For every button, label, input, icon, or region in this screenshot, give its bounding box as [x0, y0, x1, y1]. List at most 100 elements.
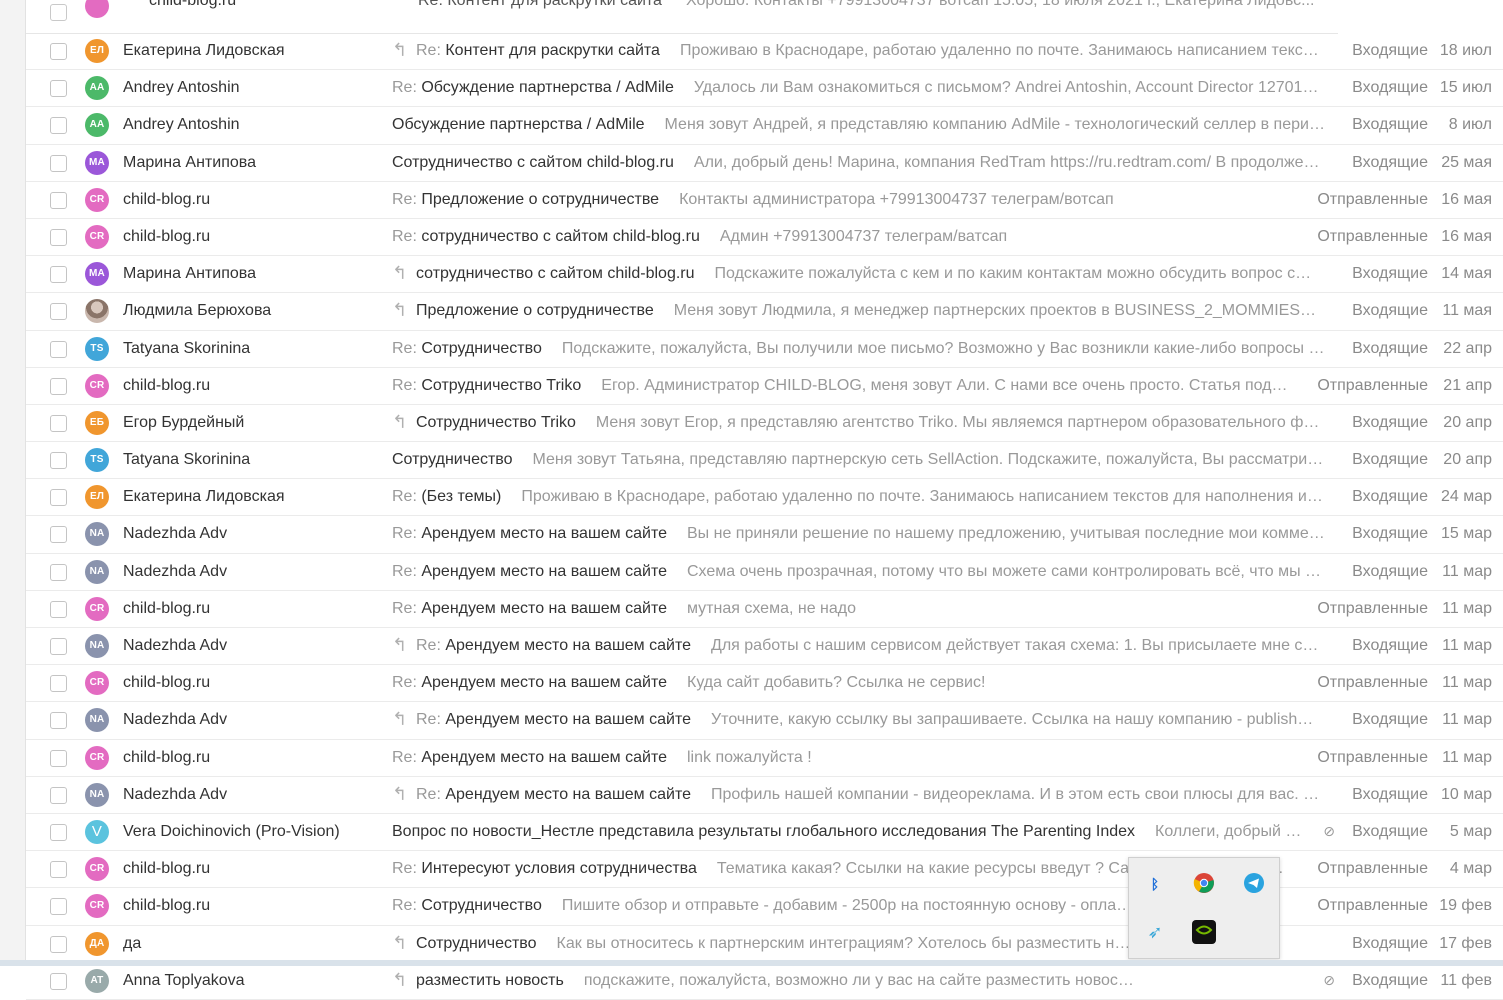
avatar: ЕЛ: [85, 485, 109, 510]
row-checkbox[interactable]: [50, 489, 67, 507]
row-checkbox[interactable]: [50, 452, 67, 470]
row-checkbox[interactable]: [50, 340, 67, 358]
telegram-icon[interactable]: [1242, 872, 1266, 896]
snippet: Контакты администратора +79913004737 тел…: [679, 190, 1114, 208]
row-checkbox[interactable]: [50, 154, 67, 172]
row-checkbox[interactable]: [50, 600, 67, 618]
sender-name: child-blog.ru: [123, 376, 211, 394]
row-checkbox[interactable]: [50, 228, 67, 246]
snippet: Хорошо. Контакты +79913004737 вотсап 15:…: [686, 0, 1315, 9]
message-row[interactable]: CR child-blog.ru Re: Предложение о сотрудн…: [26, 181, 1503, 219]
message-row[interactable]: NA Nadezhda Adv Re: Арендуем место на ваше…: [26, 553, 1503, 591]
subject: Предложение о сотрудничестве: [416, 302, 654, 320]
message-row[interactable]: CR child-blog.ru Re: Интересуют условия со…: [26, 851, 1503, 889]
row-checkbox[interactable]: [50, 823, 67, 841]
snippet: Меня зовут Егор, я представляю агентство…: [595, 413, 1320, 431]
message-row[interactable]: CR child-blog.ru Re: Сотрудничество Triko Е…: [26, 367, 1503, 405]
row-checkbox[interactable]: [50, 898, 67, 916]
row-checkbox[interactable]: [50, 638, 67, 655]
row-checkbox[interactable]: [50, 935, 67, 953]
message-row[interactable]: Людмила Берюхова ↰ Предложение о сотруднич…: [26, 293, 1503, 331]
reply-prefix: Re:: [392, 339, 422, 357]
row-checkbox[interactable]: [50, 266, 67, 284]
subject-line: Re: Обсуждение партнерства / AdMile Удало…: [392, 79, 1503, 97]
message-row[interactable]: ЕЛ Екатерина Лидовская ↰ Re: Контент для ра…: [26, 33, 1503, 71]
message-row[interactable]: AA Andrey Antoshin Re: Обсуждение партнерс…: [26, 70, 1503, 108]
subject: (Без темы): [421, 488, 502, 506]
message-row[interactable]: NA Nadezhda Adv ↰ Re: Арендуем место на ваш…: [26, 776, 1503, 814]
avatar: [85, 299, 109, 324]
row-checkbox[interactable]: [50, 563, 67, 581]
message-row[interactable]: TS Tatyana Skorinina Re: Сотрудничество Под…: [26, 330, 1503, 368]
bird-app-icon[interactable]: ➶: [1143, 920, 1167, 944]
row-checkbox[interactable]: [50, 972, 67, 990]
message-row[interactable]: CR child-blog.ru Re: Арендуем место на ваш…: [26, 739, 1503, 777]
subject-line: Сотрудничество Меня зовут Татьяна, предст…: [392, 451, 1503, 469]
row-checkbox[interactable]: [50, 749, 67, 767]
partial-top-row[interactable]: child-blog.ru Re: Контент для раскрутки …: [26, 0, 1503, 34]
replied-icon: ↰: [392, 785, 408, 804]
message-row[interactable]: AA Andrey Antoshin Обсуждение партнерства …: [26, 107, 1503, 145]
nvidia-icon[interactable]: [1192, 920, 1216, 944]
sender-name: Nadezhda Adv: [123, 562, 228, 580]
reply-prefix: Re:: [392, 674, 422, 692]
folder-label: Входящие: [1352, 971, 1428, 989]
folder-label: Входящие: [1352, 339, 1428, 357]
row-checkbox[interactable]: [50, 786, 67, 804]
row-checkbox[interactable]: [50, 712, 67, 730]
sender-name: child-blog.ru: [123, 674, 211, 692]
subject: Предложение о сотрудничестве: [421, 190, 660, 208]
row-checkbox[interactable]: [50, 526, 67, 544]
message-row[interactable]: ДА да ↰ Сотрудничество Как вы относитесь к п…: [26, 925, 1503, 963]
replied-icon: ↰: [392, 971, 408, 990]
row-checkbox[interactable]: [50, 377, 67, 395]
bluetooth-icon[interactable]: ᛒ: [1143, 872, 1167, 896]
folder-label: Входящие: [1352, 822, 1428, 840]
message-row[interactable]: ЕЛ Екатерина Лидовская Re: (Без темы) Прожи…: [26, 479, 1503, 517]
row-checkbox[interactable]: [50, 117, 67, 135]
snippet: Подскажите пожалуйста с кем и по каким к…: [714, 265, 1312, 283]
date: 4 мар: [1449, 860, 1492, 878]
row-checkbox[interactable]: [50, 191, 67, 209]
message-row[interactable]: МА Марина Антипова Сотрудничество с сайтом…: [26, 144, 1503, 182]
snippet: Удалось ли Вам ознакомиться с письмом? A…: [693, 79, 1319, 97]
message-row[interactable]: CR child-blog.ru Re: Сотрудничество Пишите …: [26, 888, 1503, 926]
row-checkbox[interactable]: [50, 861, 67, 879]
message-row[interactable]: V Vera Doichinovich (Pro-Vision) Вопрос по…: [26, 813, 1503, 852]
sender-name: child-blog.ru: [123, 897, 211, 915]
date: 10 мар: [1440, 785, 1492, 803]
row-checkbox[interactable]: [50, 675, 67, 693]
avatar: CR: [85, 745, 109, 770]
message-row[interactable]: ЕБ Егор Бурдейный ↰ Сотрудничество Triko Мен…: [26, 404, 1503, 443]
sender-name: Nadezhda Adv: [123, 637, 228, 654]
row-checkbox[interactable]: [50, 303, 67, 321]
row-checkbox[interactable]: [50, 80, 67, 98]
message-row[interactable]: NA Nadezhda Adv ↰ Re: Арендуем место на ваш…: [26, 702, 1503, 740]
folder-label: Отправленные: [1317, 376, 1428, 394]
folder-label: Входящие: [1352, 637, 1428, 654]
folder-label: Входящие: [1352, 451, 1428, 469]
date: 11 мар: [1442, 711, 1492, 729]
message-row[interactable]: CR child-blog.ru Re: сотрудничество с сайт…: [26, 218, 1503, 257]
sender-name: Nadezhda Adv: [123, 785, 228, 803]
avatar: CR: [85, 894, 109, 919]
message-row[interactable]: NA Nadezhda Adv ↰ Re: Арендуем место на ваш…: [26, 628, 1503, 666]
message-row[interactable]: CR child-blog.ru Re: Арендуем место на ваш…: [26, 590, 1503, 628]
message-row[interactable]: CR child-blog.ru Re: Арендуем место на ваш…: [26, 665, 1503, 703]
subject-line: ↰ сотрудничество с сайтом child-blog.ru По…: [392, 265, 1503, 283]
row-checkbox[interactable]: [50, 414, 67, 432]
sender-name: child-blog.ru: [123, 860, 211, 878]
subject: Обсуждение партнерства / AdMile: [421, 79, 674, 97]
sender-name: Tatyana Skorinina: [123, 339, 251, 357]
message-row[interactable]: МА Марина Антипова ↰ сотрудничество с сайто…: [26, 256, 1503, 294]
row-checkbox[interactable]: [50, 43, 67, 60]
message-row[interactable]: AT Anna Toplyakova ↰ разместить новость подс…: [26, 962, 1503, 1000]
message-row[interactable]: TS Tatyana Skorinina Сотрудничество Меня зо…: [26, 442, 1503, 480]
row-checkbox[interactable]: [50, 4, 67, 21]
avatar: NA: [85, 782, 109, 807]
message-row[interactable]: NA Nadezhda Adv Re: Арендуем место на ваше…: [26, 516, 1503, 554]
subject: Сотрудничество: [416, 934, 537, 952]
chrome-icon[interactable]: [1192, 872, 1216, 896]
subject: Сотрудничество с сайтом child-blog.ru: [392, 153, 674, 171]
folder-label: Входящие: [1352, 525, 1428, 543]
